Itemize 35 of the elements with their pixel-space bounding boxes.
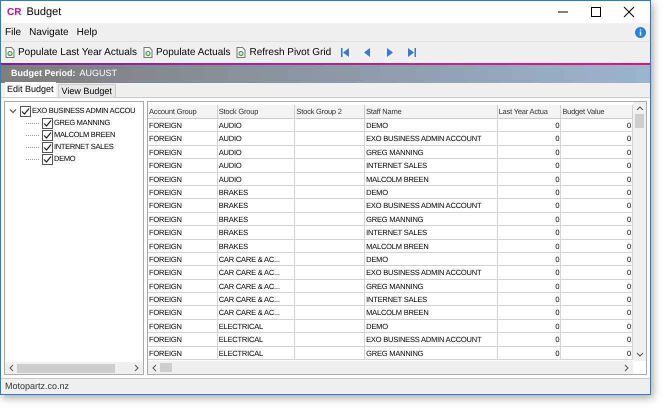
checkbox[interactable] xyxy=(42,142,53,152)
toolbar-button[interactable]: Populate Last Year Actuals xyxy=(5,45,137,60)
scroll-up-icon[interactable] xyxy=(636,105,644,111)
scroll-right-icon[interactable] xyxy=(624,364,630,372)
toolbar-button[interactable]: Populate Actuals xyxy=(142,45,230,60)
menu-item[interactable]: Help xyxy=(76,24,98,40)
scroll-thumb[interactable] xyxy=(635,114,644,128)
scroll-down-icon[interactable] xyxy=(636,352,644,358)
window-title: Budget xyxy=(26,4,62,20)
refresh-document-icon xyxy=(5,47,15,58)
app-logo: CR xyxy=(7,6,22,20)
refresh-document-icon xyxy=(142,47,153,58)
checkbox[interactable] xyxy=(20,106,31,116)
scroll-thumb[interactable] xyxy=(17,364,115,372)
horizontal-scrollbar[interactable] xyxy=(148,361,633,374)
tab[interactable]: Edit Budget xyxy=(5,82,56,97)
collapse-icon[interactable] xyxy=(9,107,17,115)
horizontal-scrollbar[interactable] xyxy=(5,362,143,374)
scroll-left-icon[interactable] xyxy=(151,364,157,372)
menu-item[interactable]: Navigate xyxy=(29,24,69,40)
scroll-left-icon[interactable] xyxy=(8,364,14,372)
vertical-scrollbar[interactable] xyxy=(633,102,646,361)
refresh-document-icon xyxy=(236,47,246,58)
checkbox[interactable] xyxy=(42,130,53,140)
period-value: AUGUST xyxy=(80,67,118,80)
checkbox[interactable] xyxy=(42,154,53,164)
info-icon[interactable] xyxy=(635,26,646,38)
tab[interactable]: View Budget xyxy=(58,84,116,97)
status-text: Motopartz.co.nz xyxy=(5,380,70,393)
scroll-right-icon[interactable] xyxy=(134,364,140,372)
menu-item[interactable]: File xyxy=(5,24,22,40)
scroll-thumb[interactable] xyxy=(160,363,172,372)
period-label: Budget Period: xyxy=(11,67,76,80)
toolbar-button[interactable]: Refresh Pivot Grid xyxy=(236,45,332,60)
checkbox[interactable] xyxy=(42,118,53,128)
